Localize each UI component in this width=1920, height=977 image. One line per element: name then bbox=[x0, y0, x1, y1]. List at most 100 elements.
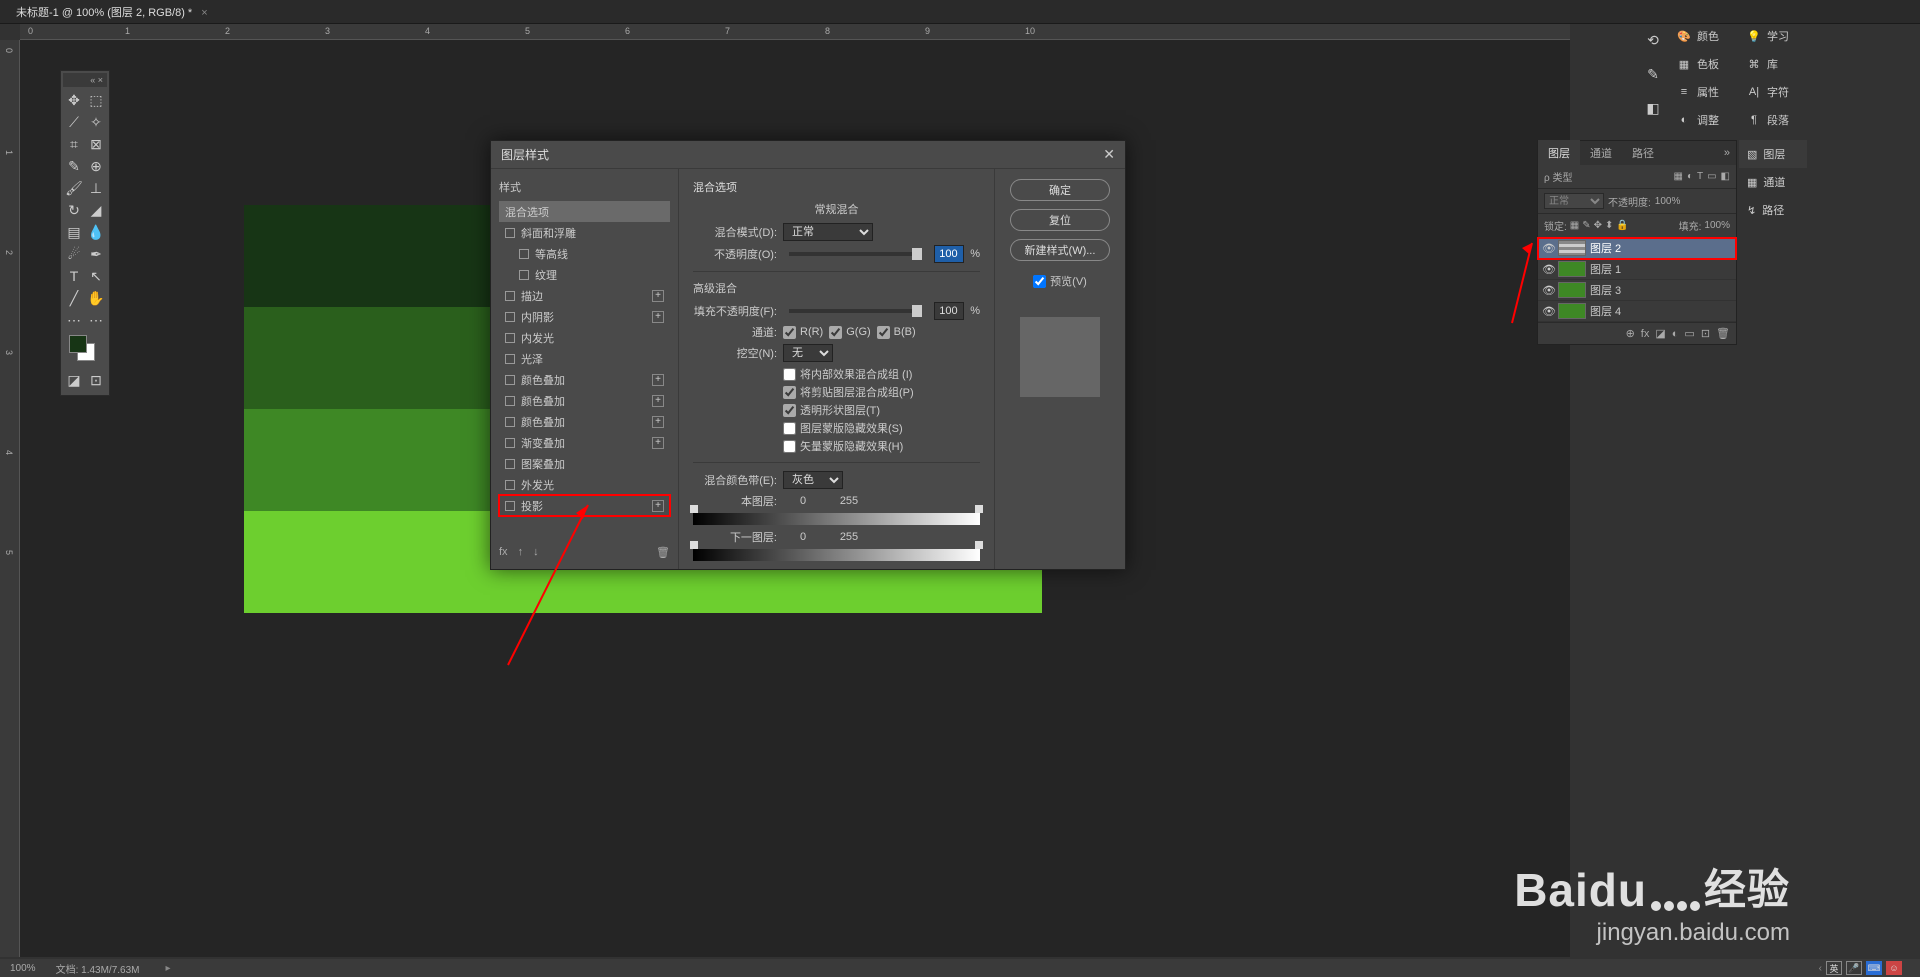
style-item[interactable]: 外发光 bbox=[499, 474, 670, 495]
hand-tool-icon[interactable]: ✋ bbox=[85, 287, 107, 309]
trash-icon[interactable]: 🗑 bbox=[656, 546, 670, 559]
toolbox-header[interactable]: « × bbox=[63, 73, 107, 87]
fill-opacity-input[interactable] bbox=[934, 302, 964, 320]
style-item[interactable]: 混合选项 bbox=[499, 201, 670, 222]
advanced-checkbox[interactable] bbox=[783, 422, 796, 435]
advanced-checkbox[interactable] bbox=[783, 386, 796, 399]
ok-button[interactable]: 确定 bbox=[1010, 179, 1110, 201]
new-style-button[interactable]: 新建样式(W)... bbox=[1010, 239, 1110, 261]
dodge-tool-icon[interactable]: ☄ bbox=[63, 243, 85, 265]
style-item[interactable]: 图案叠加 bbox=[499, 453, 670, 474]
new-layer-icon[interactable]: ⊡ bbox=[1701, 327, 1710, 340]
style-checkbox[interactable] bbox=[519, 270, 529, 280]
style-item[interactable]: 颜色叠加+ bbox=[499, 390, 670, 411]
this-layer-gradient[interactable] bbox=[693, 513, 980, 525]
panel-properties[interactable]: ≡属性 bbox=[1669, 78, 1737, 106]
brushes-icon[interactable]: ✎ bbox=[1644, 66, 1662, 84]
style-checkbox[interactable] bbox=[505, 417, 515, 427]
pen-tool-icon[interactable]: ✒ bbox=[85, 243, 107, 265]
screenmode-tool-icon[interactable]: ⊡ bbox=[85, 369, 107, 391]
layer-thumbnail[interactable] bbox=[1558, 261, 1586, 277]
style-item[interactable]: 渐变叠加+ bbox=[499, 432, 670, 453]
opacity-value[interactable]: 100% bbox=[1655, 196, 1681, 207]
fx-icon[interactable]: fx bbox=[499, 546, 508, 559]
layer-thumbnail[interactable] bbox=[1558, 282, 1586, 298]
history-icon[interactable]: ⟲ bbox=[1644, 32, 1662, 50]
filter-icon[interactable]: ▭ bbox=[1707, 171, 1716, 182]
plus-icon[interactable]: + bbox=[652, 395, 664, 407]
filter-icon[interactable]: ▦ bbox=[1673, 171, 1682, 182]
layer-name[interactable]: 图层 3 bbox=[1590, 282, 1621, 298]
fx-icon[interactable]: fx bbox=[1641, 328, 1650, 340]
knockout-select[interactable]: 无 bbox=[783, 344, 833, 362]
style-checkbox[interactable] bbox=[505, 438, 515, 448]
layers-tab-layers[interactable]: 图层 bbox=[1538, 140, 1580, 166]
advanced-checkbox[interactable] bbox=[783, 404, 796, 417]
cancel-button[interactable]: 复位 bbox=[1010, 209, 1110, 231]
layer-row[interactable]: 👁 图层 4 bbox=[1538, 301, 1736, 322]
style-item[interactable]: 光泽 bbox=[499, 348, 670, 369]
style-checkbox[interactable] bbox=[505, 291, 515, 301]
path-tool-icon[interactable]: ↖ bbox=[85, 265, 107, 287]
under-layer-gradient[interactable] bbox=[693, 549, 980, 561]
style-checkbox[interactable] bbox=[505, 375, 515, 385]
style-item[interactable]: 内发光 bbox=[499, 327, 670, 348]
dialog-title-bar[interactable]: 图层样式 ✕ bbox=[491, 141, 1125, 169]
lock-icon[interactable]: ⬍ bbox=[1605, 220, 1613, 231]
close-icon[interactable]: × bbox=[201, 7, 207, 19]
blend-if-select[interactable]: 灰色 bbox=[783, 471, 843, 489]
style-checkbox[interactable] bbox=[505, 480, 515, 490]
layer-name[interactable]: 图层 2 bbox=[1590, 240, 1621, 256]
style-item[interactable]: 投影+ bbox=[499, 495, 670, 516]
info-icon[interactable]: ◧ bbox=[1644, 100, 1662, 118]
close-icon[interactable]: ✕ bbox=[1103, 146, 1115, 163]
link-icon[interactable]: ⊕ bbox=[1626, 327, 1635, 340]
mic-icon[interactable]: 🎤 bbox=[1846, 961, 1862, 975]
layer-row[interactable]: 👁 图层 3 bbox=[1538, 280, 1736, 301]
panel-color[interactable]: 🎨颜色 bbox=[1669, 22, 1737, 50]
quickmask-tool-icon[interactable]: ◪ bbox=[63, 369, 85, 391]
filter-icon[interactable]: T bbox=[1697, 171, 1703, 182]
fill-value[interactable]: 100% bbox=[1704, 220, 1730, 231]
style-item[interactable]: 内阴影+ bbox=[499, 306, 670, 327]
panel-character[interactable]: A|字符 bbox=[1739, 78, 1807, 106]
edit-toolbar-icon[interactable]: ⋯ bbox=[85, 309, 107, 331]
fill-opacity-slider[interactable] bbox=[789, 309, 922, 313]
style-item[interactable]: 描边+ bbox=[499, 285, 670, 306]
style-checkbox[interactable] bbox=[505, 459, 515, 469]
filter-icon[interactable]: ◐ bbox=[1687, 171, 1693, 182]
panel-swatches[interactable]: ▦色板 bbox=[1669, 50, 1737, 78]
visibility-icon[interactable]: 👁 bbox=[1542, 263, 1554, 276]
layer-name[interactable]: 图层 4 bbox=[1590, 303, 1621, 319]
plus-icon[interactable]: + bbox=[652, 416, 664, 428]
style-item[interactable]: 斜面和浮雕 bbox=[499, 222, 670, 243]
lock-icon[interactable]: ▦ bbox=[1570, 220, 1579, 231]
style-checkbox[interactable] bbox=[505, 312, 515, 322]
crop-tool-icon[interactable]: ⌗ bbox=[63, 133, 85, 155]
stamp-tool-icon[interactable]: ⊥ bbox=[85, 177, 107, 199]
plus-icon[interactable]: + bbox=[652, 290, 664, 302]
blur-tool-icon[interactable]: 💧 bbox=[85, 221, 107, 243]
zoom-tool-icon[interactable]: ⋯ bbox=[63, 309, 85, 331]
adjust-icon[interactable]: ◐ bbox=[1672, 328, 1679, 340]
panel-menu-icon[interactable]: » bbox=[1718, 147, 1736, 159]
style-item[interactable]: 颜色叠加+ bbox=[499, 369, 670, 390]
plus-icon[interactable]: + bbox=[652, 500, 664, 512]
eyedropper-tool-icon[interactable]: ✎ bbox=[63, 155, 85, 177]
style-checkbox[interactable] bbox=[505, 333, 515, 343]
zoom-level[interactable]: 100% bbox=[10, 963, 36, 974]
blend-mode-select[interactable]: 正常 bbox=[1544, 193, 1604, 209]
opacity-input[interactable] bbox=[934, 245, 964, 263]
style-item[interactable]: 颜色叠加+ bbox=[499, 411, 670, 432]
visibility-icon[interactable]: 👁 bbox=[1542, 305, 1554, 318]
tab-layers[interactable]: ▧图层 bbox=[1739, 140, 1807, 168]
advanced-checkbox[interactable] bbox=[783, 368, 796, 381]
panel-adjustments[interactable]: ◐调整 bbox=[1669, 106, 1737, 134]
channel-g-checkbox[interactable] bbox=[829, 326, 842, 339]
style-checkbox[interactable] bbox=[505, 228, 515, 238]
arrow-down-icon[interactable]: ↓ bbox=[533, 546, 539, 559]
style-checkbox[interactable] bbox=[505, 501, 515, 511]
filter-icon[interactable]: ◧ bbox=[1721, 171, 1730, 182]
blend-mode-select[interactable]: 正常 bbox=[783, 223, 873, 241]
plus-icon[interactable]: + bbox=[652, 437, 664, 449]
